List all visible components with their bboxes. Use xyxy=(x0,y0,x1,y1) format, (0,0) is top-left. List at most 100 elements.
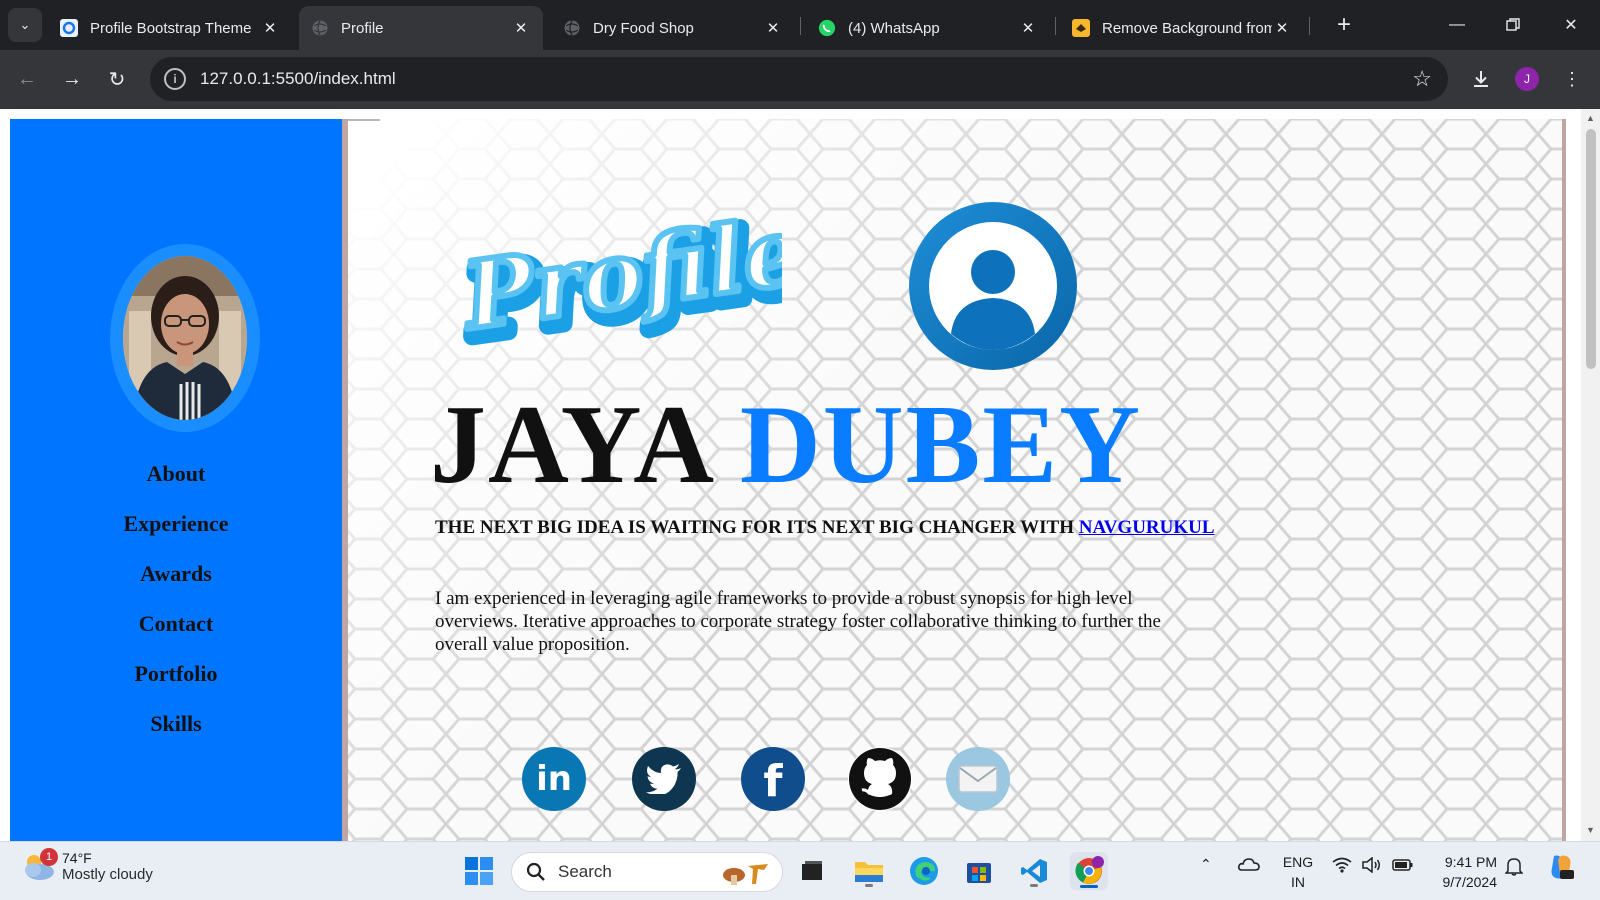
search-icon xyxy=(526,862,545,881)
chrome-icon[interactable] xyxy=(1070,852,1108,890)
tab-close-icon[interactable]: ✕ xyxy=(1272,18,1292,38)
tab-dry-food-shop[interactable]: Dry Food Shop ✕ xyxy=(551,6,795,50)
content-border-left xyxy=(342,119,348,841)
profile-avatar-button[interactable]: J xyxy=(1512,64,1542,94)
language-indicator[interactable]: ENG IN xyxy=(1280,852,1316,892)
tab-close-icon[interactable]: ✕ xyxy=(1018,18,1038,38)
facebook-icon[interactable]: f xyxy=(741,747,805,811)
restore-icon[interactable] xyxy=(1493,10,1533,40)
hero-name: JAYA DUBEY xyxy=(430,389,1142,501)
language-line2: IN xyxy=(1291,874,1305,890)
first-name: JAYA xyxy=(430,383,710,507)
more-menu-icon[interactable]: ⋮ xyxy=(1557,64,1587,94)
last-name: DUBEY xyxy=(739,383,1142,507)
github-icon[interactable] xyxy=(848,747,912,811)
tab-title: Profile xyxy=(341,19,384,37)
new-tab-icon[interactable]: + xyxy=(1331,13,1357,39)
weather-badge: 1 xyxy=(40,848,58,866)
running-indicator xyxy=(865,884,873,887)
linkedin-icon[interactable]: in xyxy=(522,747,586,811)
navgurukul-link[interactable]: NAVGURUKUL xyxy=(1079,517,1215,538)
battery-icon[interactable] xyxy=(1392,857,1414,876)
back-arrow-icon[interactable]: ← xyxy=(12,64,42,94)
tab-title: Dry Food Shop xyxy=(593,19,694,37)
vscode-icon[interactable] xyxy=(1015,852,1053,890)
chevron-down-icon: ⌄ xyxy=(19,17,31,32)
address-bar[interactable]: i 127.0.0.1:5500/index.html ☆ xyxy=(150,57,1448,101)
scroll-up-icon[interactable]: ▲ xyxy=(1585,113,1596,123)
scroll-down-icon[interactable]: ▼ xyxy=(1585,825,1596,835)
profile-logo: Profile Profile xyxy=(450,194,782,354)
reload-icon[interactable]: ↻ xyxy=(102,64,132,94)
user-circle-icon xyxy=(909,202,1077,370)
tab-close-icon[interactable]: ✕ xyxy=(763,18,783,38)
search-highlight-icon xyxy=(723,864,768,885)
globe-icon xyxy=(311,19,329,37)
volume-icon[interactable] xyxy=(1362,856,1382,876)
onedrive-icon[interactable] xyxy=(1238,856,1260,875)
main-content: Profile Profile JAYA DUBEY THE NEXT BIG … xyxy=(342,119,1564,841)
download-icon[interactable] xyxy=(1466,64,1496,94)
clock-time: 9:41 PM xyxy=(1444,854,1497,870)
windows-taskbar: 1 74°F Mostly cloudy Search ⌃ ENG IN 9:4… xyxy=(0,841,1600,900)
weather-widget[interactable]: 1 74°F Mostly cloudy xyxy=(20,848,153,883)
bookmark-star-icon[interactable]: ☆ xyxy=(1412,66,1432,92)
twitter-icon[interactable] xyxy=(632,747,696,811)
scrollbar-thumb[interactable] xyxy=(1586,129,1596,369)
sidebar-nav: About Experience Awards Contact Portfoli… xyxy=(10,449,342,749)
sidebar-item-skills[interactable]: Skills xyxy=(10,699,342,749)
tab-title: Profile Bootstrap Theme xyxy=(90,19,252,37)
browser-toolbar: ← → ↻ i 127.0.0.1:5500/index.html ☆ J ⋮ xyxy=(0,50,1600,109)
sidebar-item-contact[interactable]: Contact xyxy=(10,599,342,649)
tab-close-icon[interactable]: ✕ xyxy=(511,18,531,38)
tab-separator xyxy=(1055,17,1056,35)
facebook-label: f xyxy=(763,756,783,807)
forward-arrow-icon[interactable]: → xyxy=(57,64,87,94)
running-indicator xyxy=(1030,884,1038,887)
tab-profile-bootstrap-theme[interactable]: Profile Bootstrap Theme ✕ xyxy=(48,6,292,50)
sidebar-item-awards[interactable]: Awards xyxy=(10,549,342,599)
profile-initial: J xyxy=(1515,67,1539,91)
weather-temp: 74°F xyxy=(62,850,92,866)
clock-date: 9/7/2024 xyxy=(1442,874,1498,890)
sidebar: About Experience Awards Contact Portfoli… xyxy=(10,119,342,841)
profile-photo xyxy=(110,244,260,432)
weather-condition: Mostly cloudy xyxy=(62,866,153,883)
edge-browser-icon[interactable] xyxy=(905,852,943,890)
email-icon[interactable] xyxy=(946,747,1010,811)
bootstrap-theme-favicon-icon xyxy=(60,19,78,37)
chevron-up-icon[interactable]: ⌃ xyxy=(1200,856,1212,873)
microsoft-store-icon[interactable] xyxy=(960,852,998,890)
wifi-icon[interactable] xyxy=(1332,857,1352,876)
bio-paragraph: I am experienced in leveraging agile fra… xyxy=(435,588,1161,655)
taskbar-search-input[interactable]: Search xyxy=(511,852,783,892)
notification-bell-icon[interactable] xyxy=(1504,856,1524,879)
linkedin-label: in xyxy=(536,759,572,799)
copilot-icon[interactable] xyxy=(1546,852,1576,885)
sidebar-item-portfolio[interactable]: Portfolio xyxy=(10,649,342,699)
sidebar-item-about[interactable]: About xyxy=(10,449,342,499)
tab-whatsapp[interactable]: (4) WhatsApp ✕ xyxy=(806,6,1050,50)
tab-title: Remove Background from xyxy=(1102,19,1272,37)
sidebar-item-experience[interactable]: Experience xyxy=(10,499,342,549)
task-view-icon[interactable] xyxy=(793,852,831,890)
page-scrollbar[interactable]: ▲ ▼ xyxy=(1581,109,1600,841)
tab-profile[interactable]: Profile ✕ xyxy=(299,6,543,50)
content-border-right xyxy=(1562,119,1566,841)
globe-icon xyxy=(563,19,581,37)
address-bar-url[interactable]: 127.0.0.1:5500/index.html xyxy=(200,69,396,89)
tab-title: (4) WhatsApp xyxy=(848,19,940,37)
taskbar-clock[interactable]: 9:41 PM 9/7/2024 xyxy=(1433,852,1498,892)
content-border-top xyxy=(348,119,380,121)
minimize-icon[interactable]: — xyxy=(1437,10,1477,40)
tab-remove-background[interactable]: Remove Background from ✕ xyxy=(1060,6,1304,50)
profile-photo-image xyxy=(123,256,247,420)
site-info-icon[interactable]: i xyxy=(164,68,186,90)
windows-start-icon[interactable] xyxy=(460,852,498,890)
tab-close-icon[interactable]: ✕ xyxy=(260,18,280,38)
search-placeholder: Search xyxy=(558,862,612,881)
file-explorer-icon[interactable] xyxy=(850,852,888,890)
close-window-icon[interactable]: ✕ xyxy=(1551,10,1591,40)
profile-logo-text: Profile xyxy=(454,196,782,351)
tab-search-button[interactable]: ⌄ xyxy=(8,8,42,42)
